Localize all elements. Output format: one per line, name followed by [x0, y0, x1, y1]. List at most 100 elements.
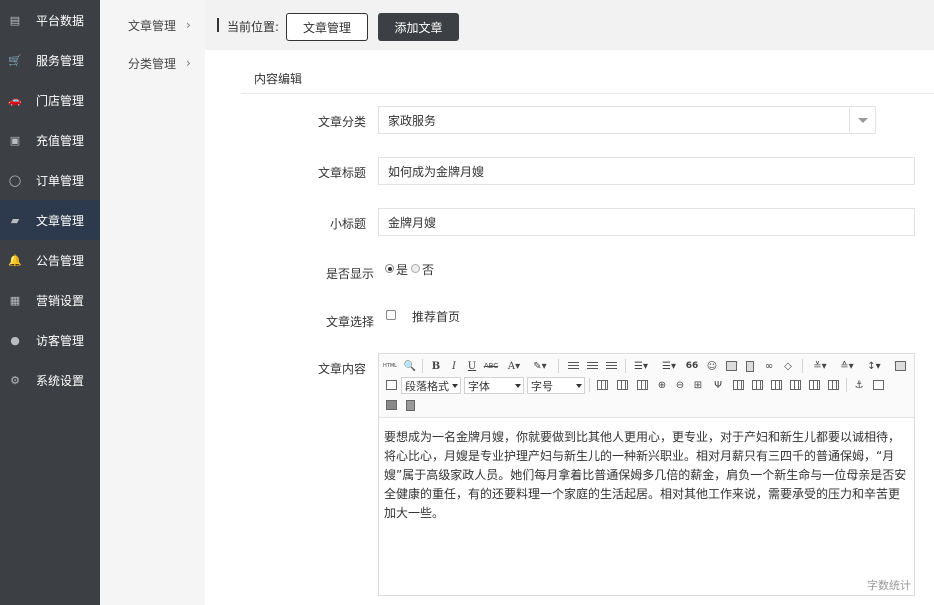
paste-icon[interactable] — [403, 397, 417, 413]
display-yes-radio[interactable] — [385, 264, 394, 273]
sidebar-item-4[interactable]: ▣ 充值管理 — [0, 120, 100, 160]
image-icon[interactable] — [724, 358, 738, 374]
strikethrough-icon[interactable]: ABC — [483, 358, 499, 374]
location-label: 当前位置: — [227, 20, 280, 34]
panel-divider — [241, 93, 934, 94]
align-left-icon[interactable] — [566, 358, 580, 374]
sidebar-item-9[interactable]: ● 访客管理 — [0, 320, 100, 360]
user-icon: ● — [10, 333, 20, 347]
paragraph-format-value: 段落格式 — [405, 379, 449, 393]
submenu-item-2[interactable]: 分类管理 › — [100, 48, 205, 78]
print-preview-icon[interactable] — [384, 377, 398, 393]
link-icon[interactable]: ∞ — [762, 358, 776, 374]
merge-right-icon[interactable] — [750, 377, 764, 393]
font-size-select[interactable]: 字号 — [527, 377, 585, 394]
recommend-home-checkbox[interactable] — [386, 310, 396, 320]
underline-icon[interactable]: U — [465, 358, 479, 374]
merge-cells-icon[interactable] — [731, 377, 745, 393]
subtitle-input[interactable]: 金牌月嫂 — [378, 208, 915, 236]
rich-text-editor: HTML 🔍 B I U ABC A ▾ ✎▾ ☰▾ ☰▾ 66 ☺ ∞ ◇ ≚▾… — [378, 353, 915, 596]
sidebar-item-6[interactable]: ▰ 文章管理 — [0, 200, 100, 240]
delete-row-icon[interactable]: ⊖ — [673, 377, 687, 393]
sidebar-item-10[interactable]: ⚙ 系统设置 — [0, 360, 100, 400]
display-yes-label[interactable]: 是 — [396, 261, 408, 278]
submenu-item-1[interactable]: 文章管理 › — [100, 10, 205, 40]
html-source-icon[interactable]: HTML — [382, 358, 398, 374]
split-columns-icon[interactable] — [826, 377, 840, 393]
title-input[interactable]: 如何成为金牌月嫂 — [378, 157, 915, 185]
sidebar-item-1[interactable]: ▤ 平台数据 — [0, 0, 100, 40]
display-no-radio[interactable] — [411, 264, 420, 273]
line-height-icon[interactable]: ↕▾ — [863, 358, 885, 374]
add-article-button[interactable]: 添加文章 — [378, 13, 459, 41]
video-icon[interactable] — [743, 358, 757, 374]
subtitle-label: 小标题 — [329, 217, 366, 231]
split-cells-icon[interactable] — [788, 377, 802, 393]
font-size-value: 字号 — [531, 379, 553, 393]
font-color-glyph: A — [507, 360, 516, 372]
cart-icon: 🛒 — [8, 53, 22, 67]
delete-table-icon[interactable] — [615, 377, 629, 393]
comment-icon: ◯ — [8, 173, 22, 187]
subtitle-input-value: 金牌月嫂 — [388, 215, 437, 230]
page-break-icon[interactable] — [871, 377, 885, 393]
font-family-select[interactable]: 字体 — [464, 377, 524, 394]
sidebar-item-label: 系统设置 — [36, 373, 85, 388]
car-icon: 🚗 — [8, 93, 22, 107]
editor-toolbar: HTML 🔍 B I U ABC A ▾ ✎▾ ☰▾ ☰▾ 66 ☺ ∞ ◇ ≚▾… — [379, 354, 914, 418]
sidebar-item-3[interactable]: 🚗 门店管理 — [0, 80, 100, 120]
toolbar-separator — [846, 378, 847, 392]
highlight-color-icon[interactable]: ✎▾ — [531, 358, 549, 374]
dashboard-icon: ▤ — [9, 13, 21, 27]
ordered-list-icon[interactable]: ☰▾ — [631, 358, 651, 374]
toolbar-separator — [802, 359, 803, 373]
category-select-value: 家政服务 — [388, 113, 437, 128]
font-color-icon[interactable]: A ▾ — [505, 358, 523, 374]
toolbar-separator — [558, 359, 559, 373]
sidebar-item-label: 营销设置 — [36, 293, 85, 308]
article-management-button[interactable]: 文章管理 — [286, 13, 368, 41]
select-arrow-icon[interactable] — [849, 107, 875, 133]
italic-icon[interactable]: I — [447, 358, 461, 374]
insert-column-icon[interactable]: ⊞ — [691, 377, 705, 393]
insert-table-icon[interactable] — [595, 377, 609, 393]
anchor-icon[interactable]: ⚓ — [852, 377, 866, 393]
preview-icon[interactable]: 🔍 — [403, 358, 417, 374]
font-family-value: 字体 — [468, 379, 490, 393]
bold-icon[interactable]: B — [429, 358, 443, 374]
gear-icon: ⚙ — [10, 373, 20, 387]
editor-content[interactable]: 要想成为一名金牌月嫂，你就要做到比其他人更用心，更专业，对于产妇和新生儿都要以诚… — [384, 428, 909, 523]
sidebar-item-7[interactable]: 🔔 公告管理 — [0, 240, 100, 280]
row-spacing-bottom-icon[interactable]: ≙▾ — [836, 358, 858, 374]
row-spacing-top-icon[interactable]: ≚▾ — [809, 358, 831, 374]
merge-down-icon[interactable] — [769, 377, 783, 393]
insert-row-icon[interactable]: ⊕ — [655, 377, 669, 393]
sidebar-item-5[interactable]: ◯ 订单管理 — [0, 160, 100, 200]
chevron-right-icon: › — [186, 56, 191, 70]
recommend-home-label[interactable]: 推荐首页 — [412, 308, 460, 325]
eraser-icon[interactable]: ◇ — [781, 358, 795, 374]
emoticon-icon[interactable]: ☺ — [705, 358, 719, 374]
unordered-list-icon[interactable]: ☰▾ — [659, 358, 679, 374]
sidebar-item-8[interactable]: ▦ 营销设置 — [0, 280, 100, 320]
location-bar: 当前位置: 文章管理 添加文章 — [205, 0, 934, 50]
panel-title: 内容编辑 — [254, 72, 303, 86]
fullscreen-icon[interactable] — [893, 358, 907, 374]
display-no-label[interactable]: 否 — [422, 261, 434, 278]
insert-paragraph-before-table-icon[interactable] — [635, 377, 649, 393]
delete-column-icon[interactable]: Ψ — [711, 377, 725, 393]
sidebar-item-2[interactable]: 🛒 服务管理 — [0, 40, 100, 80]
toolbar-separator — [589, 378, 590, 392]
align-right-icon[interactable] — [604, 358, 618, 374]
paragraph-format-select[interactable]: 段落格式 — [401, 377, 461, 394]
align-center-icon[interactable] — [585, 358, 599, 374]
bell-icon: 🔔 — [8, 253, 22, 267]
split-rows-icon[interactable] — [807, 377, 821, 393]
sidebar-item-label: 公告管理 — [36, 253, 85, 268]
print-icon[interactable] — [384, 397, 398, 413]
sidebar-item-label: 订单管理 — [36, 173, 85, 188]
main-sidebar: ▤ 平台数据 🛒 服务管理 🚗 门店管理 ▣ 充值管理 ◯ 订单管理 ▰ 文章管理 🔔 公告管理 ▦ 营销设置… — [0, 0, 100, 605]
blockquote-icon[interactable]: 66 — [685, 358, 699, 374]
category-select[interactable]: 家政服务 — [378, 106, 876, 134]
chevron-right-icon: › — [186, 18, 191, 32]
